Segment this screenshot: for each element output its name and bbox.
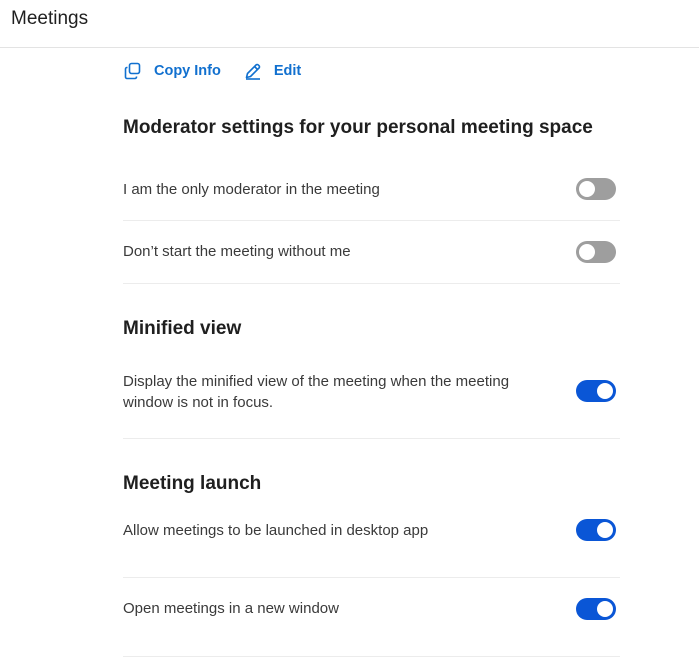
toggle-knob (579, 181, 595, 197)
toggle-knob (579, 244, 595, 260)
section-title-meeting-launch: Meeting launch (123, 473, 262, 494)
setting-row-minified-view: Display the minified view of the meeting… (123, 360, 620, 439)
setting-label: I am the only moderator in the meeting (123, 181, 380, 198)
section-title-moderator-settings: Moderator settings for your personal mee… (123, 117, 593, 138)
toggle-knob (597, 383, 613, 399)
toggle-knob (597, 522, 613, 538)
action-bar: Copy Info Edit (123, 60, 323, 82)
open-new-window-toggle[interactable] (576, 598, 616, 620)
setting-label: Display the minified view of the meeting… (123, 373, 510, 411)
only-moderator-toggle[interactable] (576, 178, 616, 200)
copy-icon (123, 61, 143, 81)
divider (123, 656, 620, 657)
setting-label: Allow meetings to be launched in desktop… (123, 522, 429, 539)
page-header: Meetings (0, 0, 699, 48)
divider (123, 283, 620, 284)
dont-start-without-me-toggle[interactable] (576, 241, 616, 263)
page-title: Meetings (11, 8, 89, 29)
pencil-icon (243, 61, 263, 81)
setting-row-launch-desktop-app: Allow meetings to be launched in desktop… (123, 509, 620, 578)
toggle-knob (597, 601, 613, 617)
minified-view-toggle[interactable] (576, 380, 616, 402)
setting-row-only-moderator: I am the only moderator in the meeting (123, 168, 620, 221)
section-title-minified-view: Minified view (123, 318, 242, 339)
launch-desktop-app-toggle[interactable] (576, 519, 616, 541)
copy-info-label: Copy Info (154, 63, 221, 79)
edit-label: Edit (273, 63, 302, 79)
edit-button[interactable]: Edit (243, 61, 301, 81)
setting-row-open-new-window: Open meetings in a new window (123, 578, 620, 657)
setting-label: Open meetings in a new window (123, 600, 339, 617)
copy-info-button[interactable]: Copy Info (123, 61, 221, 81)
setting-row-dont-start-without-me: Don’t start the meeting without me (123, 221, 620, 284)
divider (123, 438, 620, 439)
setting-label: Don’t start the meeting without me (123, 243, 351, 260)
